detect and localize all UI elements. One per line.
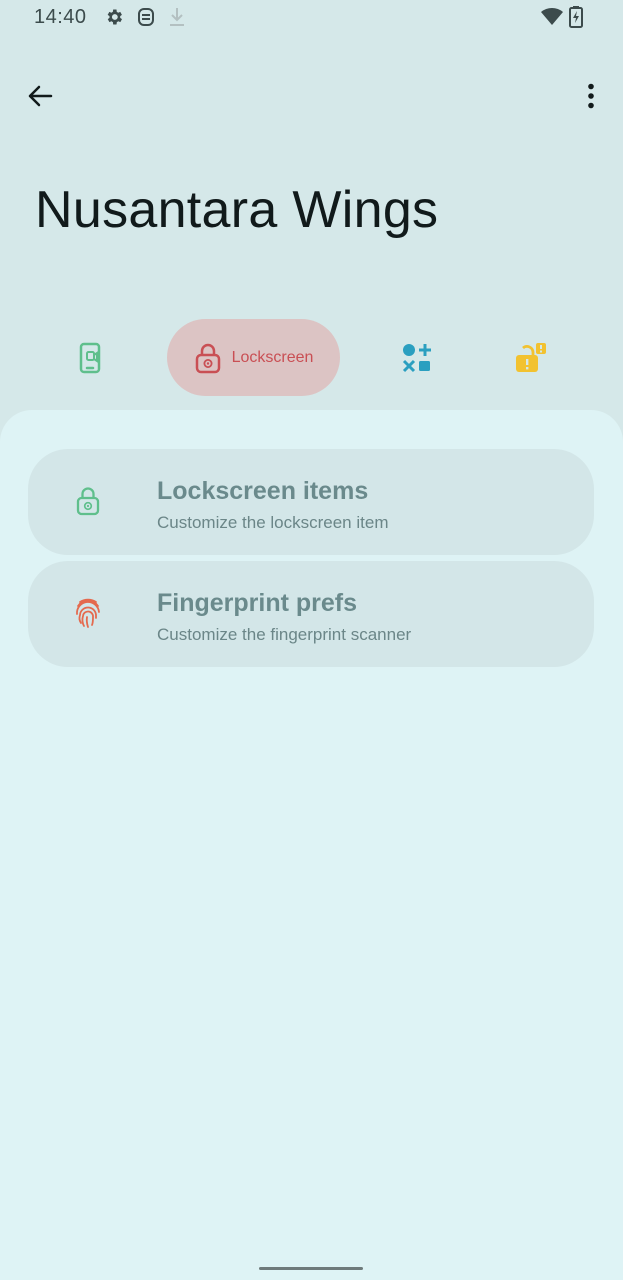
list-item-fingerprint-prefs[interactable]: Fingerprint prefs Customize the fingerpr… [28,561,594,667]
tab-device[interactable] [60,329,120,386]
tab-security[interactable] [501,329,561,386]
back-button[interactable] [20,76,60,116]
tab-lockscreen[interactable]: Lockscreen [167,319,340,396]
more-options-button[interactable] [571,76,611,116]
gear-icon [107,9,122,25]
arrow-back-icon [28,85,53,107]
fingerprint-icon [74,596,102,630]
more-vert-icon [588,83,594,109]
tab-lockscreen-label: Lockscreen [231,348,314,366]
shapes-icon [402,343,431,372]
item-title: Lockscreen items [157,477,369,505]
battery-charging-icon [569,6,583,28]
robot-icon [138,8,154,26]
gesture-nav-handle[interactable] [259,1267,363,1270]
item-subtitle: Customize the lockscreen item [157,513,389,532]
page-title: Nusantara Wings [35,181,439,239]
lock-alert-icon [516,342,546,372]
status-time: 14:40 [34,6,87,28]
download-icon [170,8,184,26]
lock-gear-icon [74,484,102,518]
item-title: Fingerprint prefs [157,589,358,617]
lock-gear-icon [195,343,220,373]
status-bar: 14:40 [0,0,623,36]
wifi-icon [541,7,563,26]
phone-settings-icon [79,342,101,373]
tab-misc[interactable] [387,329,447,386]
item-subtitle: Customize the fingerprint scanner [157,625,412,644]
list-item-lockscreen-items[interactable]: Lockscreen items Customize the lockscree… [28,449,594,555]
